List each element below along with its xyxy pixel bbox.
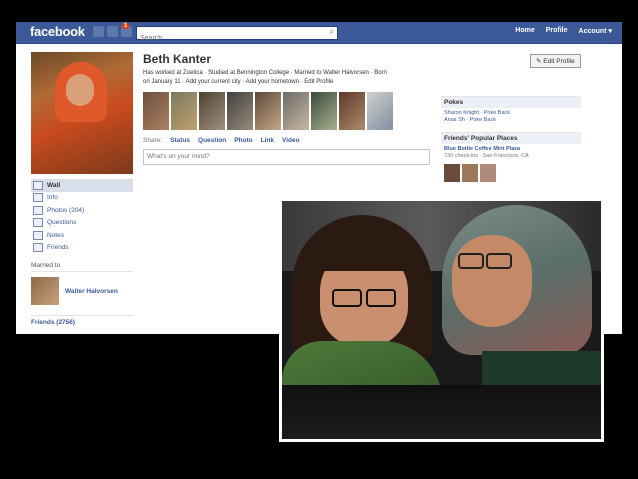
- place-entry: Blue Bottle Coffee Mint Plaza 730 check-…: [441, 144, 581, 162]
- places-header: Friends' Popular Places: [441, 132, 581, 144]
- sidebar-item-photos[interactable]: Photos (204): [31, 204, 133, 217]
- profile-main: Beth Kanter Has worked at Zoetica · Stud…: [143, 52, 433, 165]
- share-question[interactable]: Question: [198, 137, 226, 144]
- strip-photo[interactable]: [199, 92, 225, 130]
- strip-photo[interactable]: [143, 92, 169, 130]
- share-bar: Share: Status Question Photo Link Video: [143, 137, 300, 144]
- friends-icon: [33, 243, 43, 253]
- married-to-label: Married to: [31, 262, 133, 272]
- spouse-name[interactable]: Walter Halvorsen: [65, 288, 118, 295]
- place-friend-thumbs: [441, 162, 581, 184]
- status-input[interactable]: What's on your mind?: [143, 149, 430, 165]
- friend-thumb[interactable]: [444, 164, 460, 182]
- left-sidebar: Wall Info Photos (204) Questions Notes F…: [31, 52, 133, 326]
- strip-photo[interactable]: [367, 92, 393, 130]
- share-status[interactable]: Status: [170, 137, 190, 144]
- sidebar-item-notes[interactable]: Notes: [31, 229, 133, 242]
- friends-count-link[interactable]: Friends (2756): [31, 315, 133, 326]
- pokes-list: Sharon Knight · Poke Back Anas Sh · Poke…: [441, 108, 581, 126]
- pokes-header: Pokes: [441, 96, 581, 108]
- glasses-icon: [486, 253, 512, 269]
- top-bar: facebook 1 ⌕ Home Profile Account ▾: [16, 22, 622, 45]
- overlay-photo: [279, 198, 604, 442]
- edit-profile-button[interactable]: ✎ Edit Profile: [530, 54, 581, 68]
- notification-badge: 1: [122, 23, 130, 29]
- spouse-photo[interactable]: [31, 277, 59, 305]
- place-detail: 730 check-ins · San Francisco, CA: [444, 153, 529, 159]
- right-column: Pokes Sharon Knight · Poke Back Anas Sh …: [441, 96, 581, 184]
- search-input[interactable]: [137, 32, 320, 45]
- photo-two-women-laptop: [282, 201, 601, 439]
- friend-thumb[interactable]: [462, 164, 478, 182]
- search-box[interactable]: ⌕: [136, 26, 338, 45]
- profile-photo[interactable]: [31, 52, 133, 174]
- strip-photo[interactable]: [283, 92, 309, 130]
- search-icon[interactable]: ⌕: [330, 27, 334, 37]
- sidebar-item-wall[interactable]: Wall: [31, 179, 133, 192]
- strip-photo[interactable]: [227, 92, 253, 130]
- notes-icon: [33, 230, 43, 240]
- nav-home[interactable]: Home: [515, 27, 534, 35]
- photo-strip: [143, 92, 433, 130]
- nav-account[interactable]: Account ▾: [579, 27, 612, 35]
- profile-name: Beth Kanter: [143, 52, 212, 66]
- sidebar-item-questions[interactable]: Questions: [31, 217, 133, 230]
- glasses-icon: [366, 289, 396, 307]
- share-photo[interactable]: Photo: [234, 137, 252, 144]
- strip-photo[interactable]: [255, 92, 281, 130]
- facebook-logo[interactable]: facebook: [30, 24, 85, 39]
- poke-item[interactable]: Sharon Knight · Poke Back: [444, 110, 578, 117]
- messages-icon[interactable]: [107, 26, 118, 37]
- wall-icon: [33, 180, 43, 190]
- photos-icon: [33, 205, 43, 215]
- questions-icon: [33, 218, 43, 228]
- sidebar-item-info[interactable]: Info: [31, 192, 133, 205]
- friend-thumb[interactable]: [480, 164, 496, 182]
- strip-photo[interactable]: [311, 92, 337, 130]
- top-nav: Home Profile Account ▾: [515, 27, 612, 35]
- pencil-icon: ✎: [536, 58, 542, 65]
- profile-info: Has worked at Zoetica · Studied at Benni…: [143, 70, 387, 85]
- laptop: [282, 385, 601, 439]
- place-name[interactable]: Blue Bottle Coffee Mint Plaza: [444, 146, 578, 153]
- info-icon: [33, 193, 43, 203]
- spouse-entry[interactable]: Walter Halvorsen: [31, 277, 133, 305]
- strip-photo[interactable]: [171, 92, 197, 130]
- sidebar-item-friends[interactable]: Friends: [31, 242, 133, 255]
- nav-profile[interactable]: Profile: [546, 27, 568, 35]
- friend-requests-icon[interactable]: [93, 26, 104, 37]
- share-link[interactable]: Link: [261, 137, 274, 144]
- strip-photo[interactable]: [339, 92, 365, 130]
- glasses-icon: [458, 253, 484, 269]
- share-video[interactable]: Video: [282, 137, 300, 144]
- poke-item[interactable]: Anas Sh · Poke Back: [444, 117, 578, 124]
- glasses-icon: [332, 289, 362, 307]
- profile-menu: Wall Info Photos (204) Questions Notes F…: [31, 179, 133, 254]
